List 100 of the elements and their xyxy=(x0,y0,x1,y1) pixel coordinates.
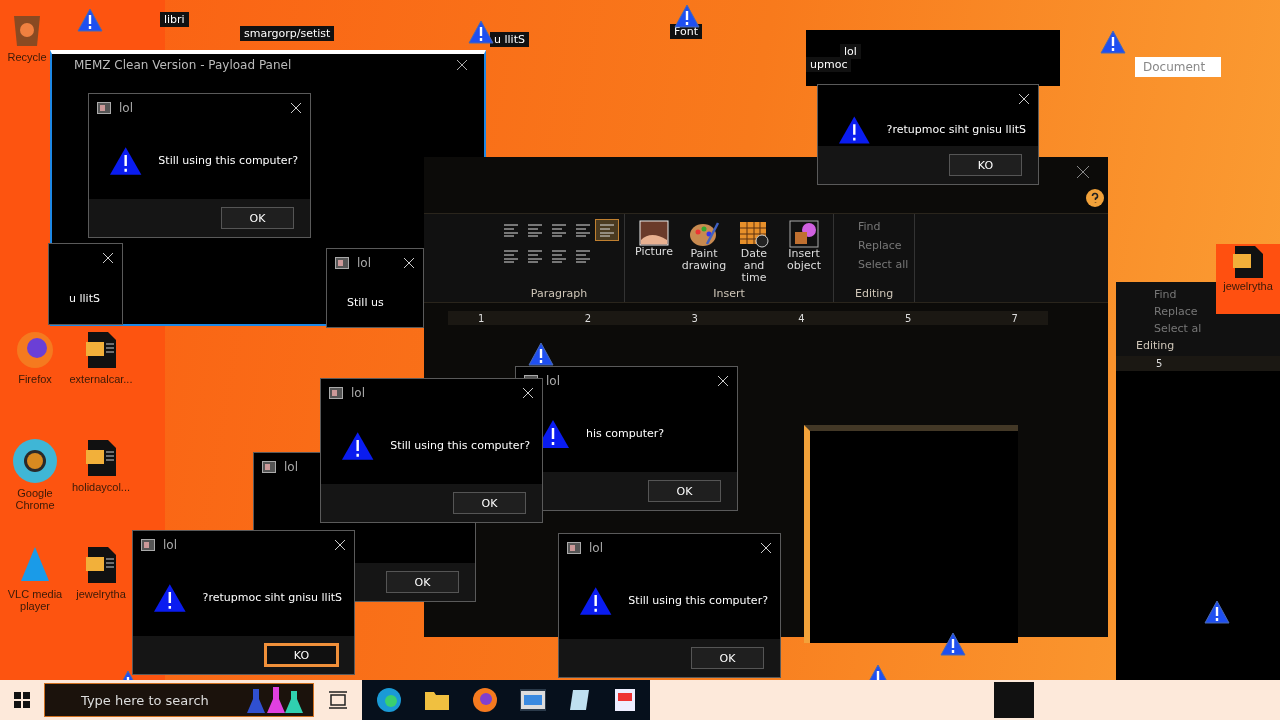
dialog-title: lol xyxy=(163,538,177,552)
ruler-number: 1 xyxy=(478,312,485,324)
desktop-icon-label[interactable]: jewelrytha xyxy=(76,588,126,600)
ribbon-button[interactable]: Replace xyxy=(840,239,909,252)
dialog-message: Still using this computer? xyxy=(158,154,298,167)
dialog-title: lol xyxy=(284,460,298,474)
dialog-button[interactable]: OK xyxy=(453,492,526,514)
desktop-icon-label[interactable]: VLC media player xyxy=(0,588,70,612)
ribbon-button[interactable]: Insert object xyxy=(781,220,827,284)
ruler-number: 7 xyxy=(1011,312,1018,324)
wordpad-icon[interactable] xyxy=(520,689,546,711)
dialog-message: Still us xyxy=(347,295,384,309)
firefox-icon[interactable] xyxy=(472,687,498,713)
warning-icon xyxy=(468,20,494,44)
window-fragment-label: u llitS xyxy=(490,32,529,47)
close-icon[interactable] xyxy=(717,375,729,387)
dialog-title: lol xyxy=(119,101,133,115)
ruler-number: 5 xyxy=(1156,358,1163,369)
window-fragment-label: libri xyxy=(160,12,189,27)
close-icon[interactable] xyxy=(1018,93,1030,105)
ribbon-button[interactable]: Select all xyxy=(840,258,909,271)
edge-icon[interactable] xyxy=(376,687,402,713)
desktop-icon-label[interactable]: jewelrytha xyxy=(1223,280,1273,292)
document-icon[interactable] xyxy=(614,688,636,712)
help-icon[interactable] xyxy=(1086,189,1104,207)
ribbon-button[interactable]: Date and time xyxy=(731,220,777,284)
warning-icon xyxy=(1100,30,1126,54)
dialog-message: ?retupmoc siht gnisu llitS xyxy=(202,591,342,604)
warning-icon xyxy=(579,585,613,616)
window-fragment-label: upmoc xyxy=(806,57,852,72)
window-fragment-label: lol xyxy=(840,44,861,59)
desktop-icon-label[interactable]: Firefox xyxy=(18,373,52,385)
desktop-icon-label[interactable]: holidaycol... xyxy=(71,481,131,493)
ribbon-button[interactable]: Replace xyxy=(1136,305,1198,318)
warning-icon xyxy=(77,8,103,32)
ruler-number: 4 xyxy=(798,312,805,324)
close-icon[interactable] xyxy=(1076,165,1090,179)
search-field[interactable]: Type here to search xyxy=(44,683,314,717)
desktop-icon-label[interactable]: externalcar... xyxy=(69,373,133,385)
close-icon[interactable] xyxy=(403,257,415,269)
notepad-icon[interactable] xyxy=(568,688,592,712)
dialog-button[interactable]: KO xyxy=(265,644,338,666)
picture-icon xyxy=(639,220,669,246)
document-icon[interactable] xyxy=(1231,244,1265,280)
warning-icon xyxy=(1204,600,1230,624)
desktop-icon-label[interactable]: Google Chrome xyxy=(0,487,70,511)
dialog-button[interactable]: OK xyxy=(386,571,459,593)
ruler-number: 2 xyxy=(584,312,592,324)
dialog-message: ?retupmoc siht gnisu llitS xyxy=(886,123,1026,136)
ribbon-button[interactable]: Find xyxy=(1136,288,1177,301)
window-title: MEMZ Clean Version - Payload Panel xyxy=(74,58,292,72)
warning-icon xyxy=(674,4,700,28)
document-icon[interactable] xyxy=(84,545,118,585)
folder-icon[interactable] xyxy=(424,689,450,711)
group-label: Editing xyxy=(855,287,894,300)
dialog-button[interactable]: OK xyxy=(648,480,721,502)
desktop-icon-label[interactable]: Recycle xyxy=(7,51,47,63)
dialog-message: his computer? xyxy=(586,427,665,440)
warning-icon xyxy=(109,145,143,176)
task-view-icon[interactable] xyxy=(328,690,348,710)
close-icon[interactable] xyxy=(334,539,346,551)
palette-icon xyxy=(689,220,719,248)
group-label: Editing xyxy=(1136,339,1175,352)
warning-icon xyxy=(153,582,187,613)
group-label: Insert xyxy=(713,287,745,300)
close-icon[interactable] xyxy=(760,542,772,554)
browser-tab[interactable]: Document xyxy=(1135,57,1221,77)
ribbon-button[interactable]: Picture xyxy=(631,220,677,284)
warning-icon xyxy=(940,632,966,656)
document-icon[interactable] xyxy=(84,330,118,370)
flask-icon xyxy=(245,685,305,715)
close-icon[interactable] xyxy=(522,387,534,399)
warning-icon xyxy=(838,114,871,145)
calendar-clock-icon xyxy=(739,220,769,248)
ribbon-button[interactable]: Select al xyxy=(1136,322,1202,335)
dialog-title: lol xyxy=(546,374,560,388)
document-icon[interactable] xyxy=(84,438,118,478)
dialog-message: Still using this computer? xyxy=(390,439,530,452)
ribbon-button[interactable]: Paint drawing xyxy=(681,220,727,284)
align-left-icon[interactable] xyxy=(596,220,618,240)
window-fragment-label: smargorp/setist xyxy=(240,26,335,41)
dialog-button[interactable]: OK xyxy=(221,207,294,229)
warning-icon xyxy=(341,430,375,461)
close-icon[interactable] xyxy=(456,59,468,71)
dialog-button[interactable]: KO xyxy=(949,154,1022,176)
close-icon[interactable] xyxy=(102,252,114,264)
close-icon[interactable] xyxy=(290,102,302,114)
dialog-title: lol xyxy=(357,256,371,270)
dialog-title: lol xyxy=(351,386,365,400)
dialog-button[interactable]: OK xyxy=(691,647,764,669)
ruler-number: 5 xyxy=(904,312,912,324)
group-label: Paragraph xyxy=(530,287,588,300)
ribbon-button[interactable]: Find xyxy=(840,220,909,233)
dialog-title: lol xyxy=(589,541,603,555)
chrome-icon[interactable] xyxy=(12,438,58,484)
ruler-number: 3 xyxy=(691,312,698,324)
warning-icon xyxy=(528,342,554,366)
windows-start-icon[interactable] xyxy=(14,692,30,708)
dialog-message: Still using this computer? xyxy=(628,594,768,607)
dialog-message: u llitS xyxy=(69,291,100,305)
